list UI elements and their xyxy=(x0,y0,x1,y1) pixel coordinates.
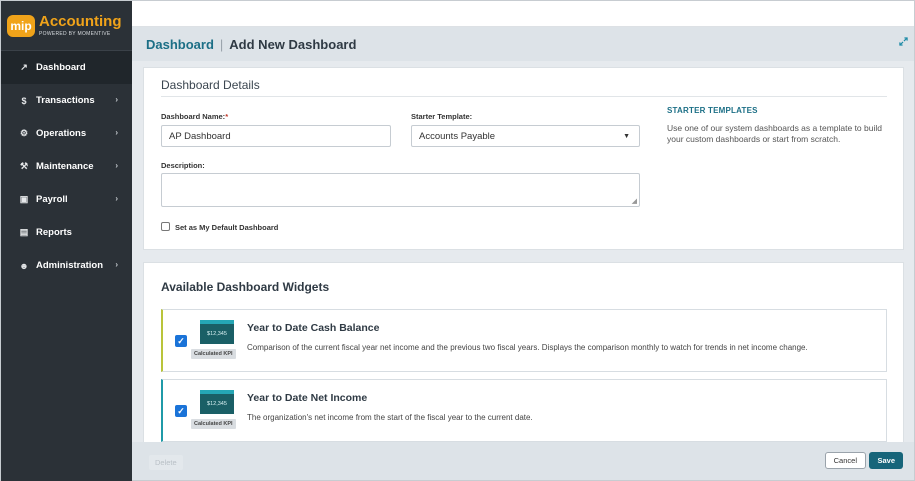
sidebar: mip Accounting POWERED BY MOMENTIVE ↗ Da… xyxy=(1,1,132,481)
breadcrumb-dashboard-link[interactable]: Dashboard xyxy=(146,37,214,52)
sidebar-item-transactions[interactable]: $ Transactions › xyxy=(1,84,132,117)
kpi-tag: Calculated KPI xyxy=(191,349,236,359)
sidebar-item-payroll[interactable]: ▣ Payroll › xyxy=(1,183,132,216)
sidebar-item-administration[interactable]: ☻ Administration › xyxy=(1,249,132,282)
kpi-tag: Calculated KPI xyxy=(191,419,236,429)
sidebar-item-label: Reports xyxy=(36,227,72,238)
sidebar-item-label: Transactions xyxy=(36,95,95,106)
cogs-icon: ⚙ xyxy=(19,128,29,138)
widget-description: The organization's net income from the s… xyxy=(247,413,533,422)
app-window: mip Accounting POWERED BY MOMENTIVE ↗ Da… xyxy=(0,0,915,481)
save-button[interactable]: Save xyxy=(869,452,903,469)
money-icon: ▣ xyxy=(19,194,29,204)
widget-item[interactable]: ✓ $12,345 Calculated KPI Year to Date Ne… xyxy=(161,379,887,442)
main-content: Dashboard Details Dashboard Name:* AP Da… xyxy=(132,61,914,442)
sidebar-item-label: Administration xyxy=(36,260,104,271)
description-label: Description: xyxy=(161,161,205,170)
sidebar-item-reports[interactable]: ▤ Reports xyxy=(1,216,132,249)
chevron-right-icon: › xyxy=(115,260,118,269)
starter-templates-heading: STARTER TEMPLATES xyxy=(667,106,758,115)
logo-subtitle: POWERED BY MOMENTIVE xyxy=(39,31,111,37)
divider xyxy=(161,96,887,97)
users-icon: ☻ xyxy=(19,260,29,271)
sidebar-item-operations[interactable]: ⚙ Operations › xyxy=(1,117,132,150)
dashboard-name-label: Dashboard Name:* xyxy=(161,112,229,121)
widget-title: Year to Date Cash Balance xyxy=(247,322,380,334)
expand-icon[interactable] xyxy=(899,37,908,49)
sidebar-item-label: Operations xyxy=(36,128,87,139)
chevron-right-icon: › xyxy=(115,128,118,137)
widgets-card: Available Dashboard Widgets ✓ $12,345 Ca… xyxy=(143,262,904,442)
file-icon: ▤ xyxy=(19,227,29,237)
default-dashboard-checkbox[interactable] xyxy=(161,222,170,231)
logo-title: Accounting xyxy=(39,13,122,30)
logo-badge: mip xyxy=(7,14,35,37)
starter-template-label: Starter Template: xyxy=(411,112,473,121)
widget-checkbox[interactable]: ✓ xyxy=(175,335,187,347)
widget-description: Comparison of the current fiscal year ne… xyxy=(247,343,808,352)
starter-template-value: Accounts Payable xyxy=(419,130,496,142)
dashboard-name-input[interactable]: AP Dashboard xyxy=(161,125,391,147)
default-dashboard-label[interactable]: Set as My Default Dashboard xyxy=(175,223,278,232)
kpi-thumbnail: $12,345 xyxy=(200,320,234,344)
starter-template-select[interactable]: Accounts Payable ▼ xyxy=(411,125,640,147)
sidebar-item-dashboard[interactable]: ↗ Dashboard xyxy=(1,51,132,84)
sidebar-item-label: Maintenance xyxy=(36,161,94,172)
kpi-thumbnail: $12,345 xyxy=(200,390,234,414)
sidebar-item-label: Dashboard xyxy=(36,62,86,73)
page-title: Add New Dashboard xyxy=(229,36,357,52)
widget-checkbox[interactable]: ✓ xyxy=(175,405,187,417)
sidebar-item-maintenance[interactable]: ⚒ Maintenance › xyxy=(1,150,132,183)
sidebar-item-label: Payroll xyxy=(36,194,68,205)
chart-line-icon: ↗ xyxy=(20,62,28,72)
description-textarea[interactable]: ◢ xyxy=(161,173,640,207)
chevron-right-icon: › xyxy=(115,161,118,170)
cancel-button[interactable]: Cancel xyxy=(824,452,866,469)
delete-button[interactable]: Delete xyxy=(149,455,183,470)
chevron-right-icon: › xyxy=(115,95,118,104)
starter-templates-help: Use one of our system dashboards as a te… xyxy=(667,123,882,144)
caret-down-icon: ▼ xyxy=(623,133,630,140)
app-logo[interactable]: mip Accounting POWERED BY MOMENTIVE xyxy=(1,1,132,51)
required-marker: * xyxy=(225,112,229,121)
section-title: Available Dashboard Widgets xyxy=(161,280,330,294)
wrench-icon: ⚒ xyxy=(19,161,29,171)
dashboard-details-card: Dashboard Details Dashboard Name:* AP Da… xyxy=(143,67,904,250)
expand-arrows-icon xyxy=(899,37,908,46)
footer-bar: Delete Cancel Save xyxy=(132,442,914,480)
resize-handle-icon[interactable]: ◢ xyxy=(632,197,637,205)
dollar-icon: $ xyxy=(21,95,27,106)
widget-title: Year to Date Net Income xyxy=(247,392,368,404)
section-title: Dashboard Details xyxy=(161,78,260,92)
breadcrumb: Dashboard | Add New Dashboard xyxy=(132,27,914,61)
breadcrumb-separator: | xyxy=(219,36,224,52)
top-bar xyxy=(132,1,914,27)
widget-item[interactable]: ✓ $12,345 Calculated KPI Year to Date Ca… xyxy=(161,309,887,372)
chevron-right-icon: › xyxy=(115,194,118,203)
